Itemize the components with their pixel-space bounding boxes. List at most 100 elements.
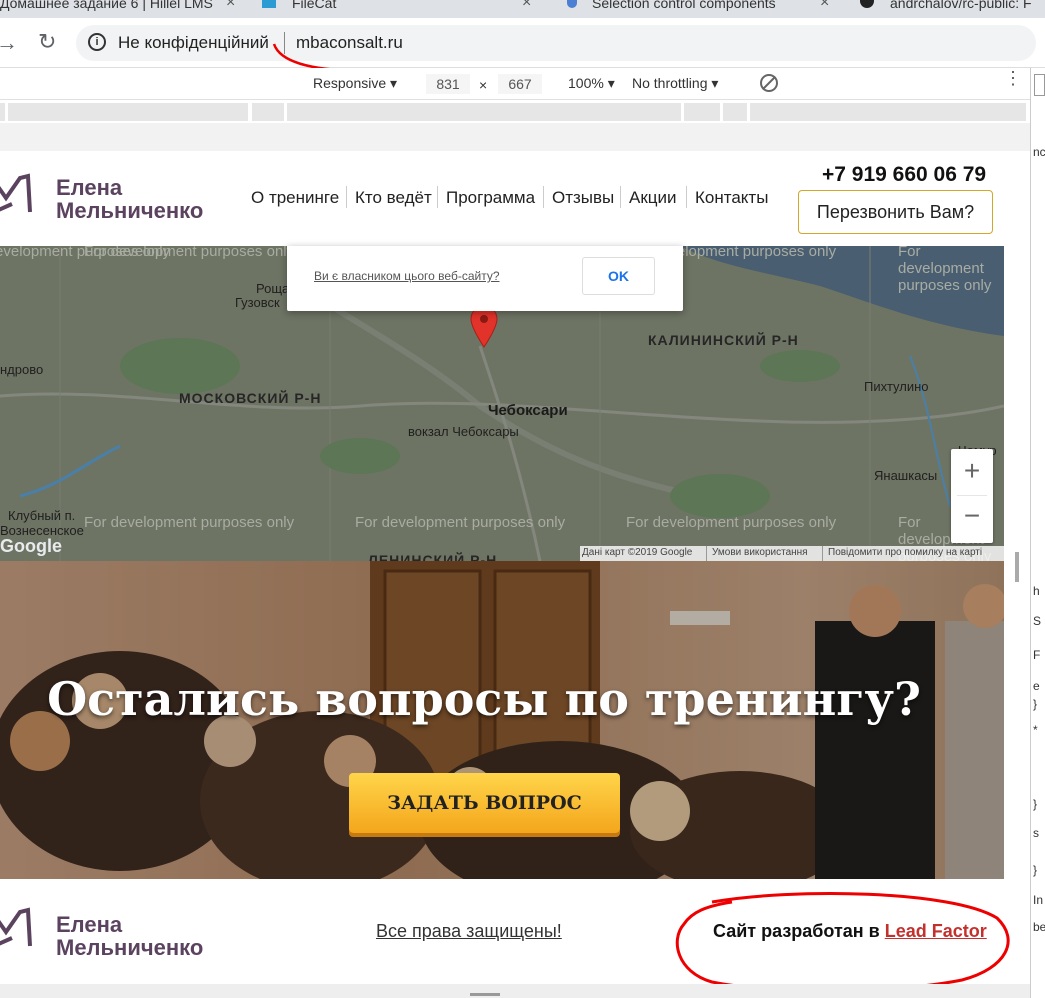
map-label: Чебоксари: [488, 402, 568, 419]
nav-divider: [346, 186, 347, 208]
viewport-margin: [0, 123, 1030, 151]
panel-text: }: [1033, 797, 1038, 811]
tab-title: andrchalov/rc-public: F: [890, 0, 1032, 11]
map-watermark: For development purposes only: [898, 246, 992, 294]
panel-text: F: [1033, 648, 1041, 662]
zoom-label: 100%: [568, 75, 604, 91]
map-label: вокзал Чебоксары: [408, 424, 519, 439]
devtools-bottom-strip: [0, 984, 1030, 998]
map-label: КАЛИНИНСКИЙ Р-Н: [648, 332, 799, 348]
google-logo: Google: [0, 536, 62, 556]
nav-reviews[interactable]: Отзывы: [552, 188, 614, 208]
tab-selection-controls[interactable]: Selection control components: [592, 0, 797, 18]
nav-promotions[interactable]: Акции: [629, 188, 677, 208]
panel-text: nc: [1033, 145, 1045, 159]
ruler-segment[interactable]: [0, 103, 5, 121]
ruler-segment[interactable]: [750, 103, 1026, 121]
close-icon[interactable]: ×: [226, 0, 235, 12]
map-label: Пихтулино: [864, 379, 929, 394]
panel-text: *: [1033, 723, 1038, 737]
map-watermark: For development purposes only: [626, 514, 837, 531]
map-report-link[interactable]: Повідомити про помилку на карті: [828, 547, 982, 558]
nav-about-training[interactable]: О тренинге: [251, 188, 339, 208]
phone-number[interactable]: +7 919 660 06 79: [822, 163, 986, 187]
nav-divider: [437, 186, 438, 208]
close-icon[interactable]: ×: [522, 0, 531, 12]
close-icon[interactable]: ×: [820, 0, 829, 12]
logo-icon: [0, 173, 32, 213]
zoom-in-button[interactable]: +: [951, 449, 993, 495]
map-watermark: For development purposes only: [84, 514, 295, 531]
nav-divider: [620, 186, 621, 208]
device-select[interactable]: Responsive ▾: [313, 75, 397, 92]
map-label: МОСКОВСКИЙ Р-Н: [179, 390, 322, 406]
tab-title: Домашнее задание 6 | Hillel LMS: [0, 0, 213, 11]
map-pin-icon[interactable]: [470, 306, 498, 348]
footer-divider: [706, 546, 707, 561]
panel-text: In: [1033, 893, 1044, 907]
map-label: Гузовск: [235, 295, 280, 310]
footer-logo-last[interactable]: Мельниченко: [56, 935, 203, 961]
map-label: Роща: [256, 281, 290, 296]
ruler-segment[interactable]: [287, 103, 681, 121]
map-label: ндрово: [0, 362, 44, 377]
map-terms-link[interactable]: Умови використання: [712, 547, 808, 558]
nav-divider: [543, 186, 544, 208]
logo-name-last[interactable]: Мельниченко: [56, 198, 203, 224]
dimension-separator: ×: [479, 77, 488, 93]
ruler-segment[interactable]: [723, 103, 747, 121]
panel-toggle-icon[interactable]: [1034, 74, 1045, 96]
nav-contacts[interactable]: Контакты: [695, 188, 768, 208]
footer-logo-icon: [0, 907, 32, 947]
panel-text: be: [1033, 920, 1045, 934]
map-data-credit: Дані карт ©2019 Google: [582, 547, 693, 558]
security-status[interactable]: Не конфіденційний: [118, 33, 269, 53]
red-annotation-circle: [675, 892, 1010, 993]
resize-handle[interactable]: [1015, 552, 1019, 582]
filecat-favicon-icon: [262, 0, 276, 8]
panel-text: }: [1033, 863, 1038, 877]
device-label: Responsive: [313, 75, 387, 91]
resize-handle[interactable]: [470, 993, 500, 996]
panel-text: e: [1033, 679, 1040, 693]
ruler-segment[interactable]: [684, 103, 720, 121]
ruler-segment[interactable]: [8, 103, 248, 121]
info-icon[interactable]: i: [88, 33, 106, 51]
nav-divider: [686, 186, 687, 208]
map-label: Клубный п.: [8, 508, 76, 523]
callback-button[interactable]: Перезвонить Вам?: [798, 190, 993, 234]
tab-github[interactable]: andrchalov/rc-public: F: [890, 0, 1045, 18]
map-watermark: For development purposes only: [84, 246, 295, 260]
width-input[interactable]: 831: [426, 74, 470, 94]
tab-title: FileCat: [292, 0, 337, 11]
zoom-select[interactable]: 100% ▾: [568, 75, 615, 92]
height-input[interactable]: 667: [498, 74, 542, 94]
devtools-side-panel: [1030, 68, 1045, 998]
panel-text: s: [1033, 826, 1039, 840]
ask-question-button[interactable]: ЗАДАТЬ ВОПРОС: [349, 773, 620, 833]
map-watermark: For development purposes only: [355, 514, 566, 531]
rotate-icon[interactable]: [760, 74, 778, 92]
footer-divider: [822, 546, 823, 561]
tab-filecat[interactable]: FileCat: [292, 0, 352, 18]
forward-icon[interactable]: →: [0, 30, 18, 56]
map-label: ЛЕНИНСКИЙ Р-Н: [368, 552, 498, 561]
throttling-select[interactable]: No throttling ▾: [632, 75, 718, 92]
panel-text: S: [1033, 614, 1042, 628]
tab-title: Selection control components: [592, 0, 776, 11]
throttling-label: No throttling: [632, 75, 708, 91]
nav-who-leads[interactable]: Кто ведёт: [355, 188, 432, 208]
reload-icon[interactable]: ↻: [38, 29, 56, 55]
hero-title: Остались вопросы по тренингу?: [47, 672, 921, 726]
copyright-link[interactable]: Все права защищены!: [376, 921, 562, 942]
more-options-icon[interactable]: ⋮: [1004, 69, 1022, 87]
panel-text: h: [1033, 584, 1040, 598]
tab-hillel[interactable]: Домашнее задание 6 | Hillel LMS: [0, 0, 228, 18]
map-footer: Дані карт ©2019 Google Умови використанн…: [580, 546, 1004, 561]
panel-text: }: [1033, 697, 1038, 711]
dialog-ok-button[interactable]: OK: [582, 257, 655, 295]
ruler-segment[interactable]: [252, 103, 284, 121]
nav-program[interactable]: Программа: [446, 188, 535, 208]
site-owner-link[interactable]: Ви є власником цього веб-сайту?: [314, 269, 500, 283]
zoom-out-button[interactable]: −: [951, 494, 993, 540]
